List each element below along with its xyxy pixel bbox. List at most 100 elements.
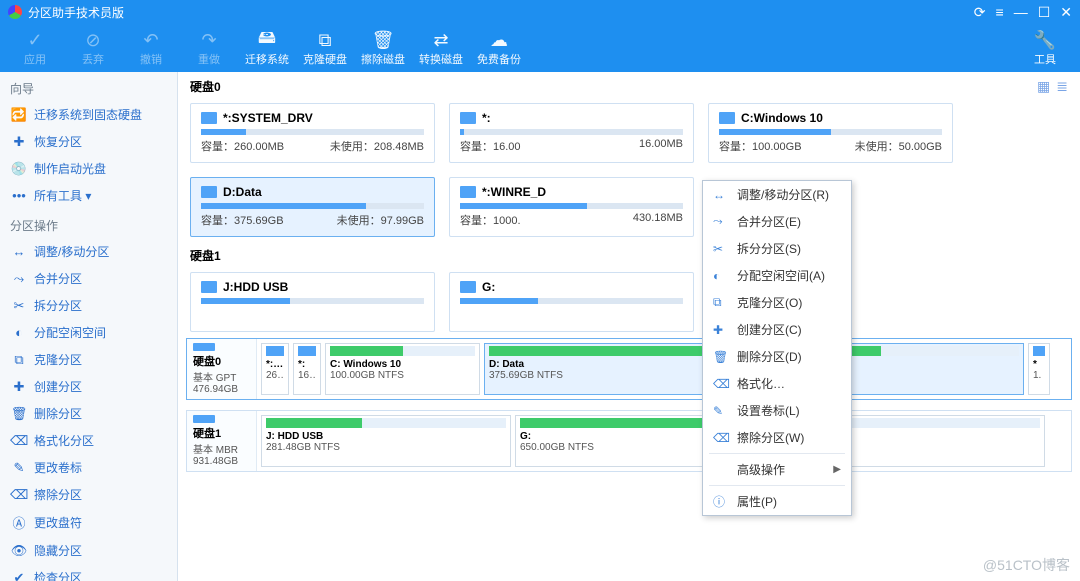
menu-item[interactable]: ✂拆分分区(S) (703, 235, 851, 262)
sidebar-item-label: 创建分区 (34, 378, 82, 395)
usage-bar (460, 298, 683, 304)
clone-button[interactable]: ⧉克隆硬盘 (296, 29, 354, 67)
sidebar-item[interactable]: ✂拆分分区 (0, 292, 177, 319)
close-icon[interactable]: ✕ (1060, 4, 1072, 21)
sidebar-item[interactable]: 🔁迁移系统到固态硬盘 (0, 101, 177, 128)
menu-item[interactable]: ✎设置卷标(L) (703, 397, 851, 424)
partition-card[interactable]: G: (449, 272, 694, 332)
menu-item-label: 克隆分区(O) (737, 294, 802, 311)
partition-card[interactable]: *:容量：16.0016.00MB (449, 103, 694, 163)
toolbar-label: 应用 (24, 51, 46, 67)
menu-item-label: 创建分区(C) (737, 321, 802, 338)
maximize-icon[interactable]: ☐ (1038, 4, 1051, 21)
partition-slice[interactable]: C: Windows 10100.00GB NTFS (325, 343, 480, 395)
sidebar-item[interactable]: ⌫格式化分区 (0, 427, 177, 454)
minimize-icon[interactable]: — (1014, 4, 1028, 20)
sidebar-item[interactable]: ◐分配空闲空间 (0, 319, 177, 346)
usage-bar (201, 298, 424, 304)
context-menu[interactable]: ↔调整/移动分区(R)⤳合并分区(E)✂拆分分区(S)◐分配空闲空间(A)⧉克隆… (702, 180, 852, 516)
migrate-button[interactable]: 🖴迁移系统 (238, 29, 296, 67)
backup-button[interactable]: ☁免费备份 (470, 29, 528, 67)
drive-icon (460, 186, 476, 198)
redo-button: ↷重做 (180, 29, 238, 67)
sidebar-item-label: 分配空闲空间 (34, 324, 106, 341)
partition-card[interactable]: C:Windows 10容量：100.00GB未使用：50.00GB (708, 103, 953, 163)
sidebar-item-icon: 🗑 (10, 406, 28, 422)
partition-card[interactable]: *:WINRE_D容量：1000.430.18MB (449, 177, 694, 237)
toolbar: ✓应用⊘丢弃↶撤销↷重做🖴迁移系统⧉克隆硬盘🗑擦除磁盘⇄转换磁盘☁免费备份 🔧 … (0, 24, 1080, 72)
slice-value: 26… (266, 370, 284, 381)
drive-icon (460, 112, 476, 124)
wrench-icon: 🔧 (1034, 29, 1056, 51)
partition-card[interactable]: *:SYSTEM_DRV容量：260.00MB未使用：208.48MB (190, 103, 435, 163)
sidebar-item[interactable]: 🗑删除分区 (0, 400, 177, 427)
menu-item-label: 合并分区(E) (737, 213, 801, 230)
sidebar-item[interactable]: ⤳合并分区 (0, 265, 177, 292)
partition-slice[interactable]: *:…26… (261, 343, 289, 395)
sidebar-item[interactable]: ✔检查分区 (0, 564, 177, 581)
partition-card[interactable]: J:HDD USB (190, 272, 435, 332)
menu-item[interactable]: ⌫格式化… (703, 370, 851, 397)
menu-item[interactable]: 高级操作▶ (703, 456, 851, 483)
toolbar-label: 迁移系统 (245, 51, 289, 67)
menu-item[interactable]: ⤳合并分区(E) (703, 208, 851, 235)
partition-slice[interactable]: J: HDD USB281.48GB NTFS (261, 415, 511, 467)
menu-item[interactable]: ◐分配空闲空间(A) (703, 262, 851, 289)
content-area: 硬盘0 ▦≣ *:SYSTEM_DRV容量：260.00MB未使用：208.48… (178, 72, 1080, 581)
sidebar-item[interactable]: Ⓐ更改盘符 (0, 508, 177, 537)
slice-value: 16… (298, 370, 316, 381)
menu-item[interactable]: ⌫擦除分区(W) (703, 424, 851, 451)
sidebar-item[interactable]: ↔调整/移动分区 (0, 238, 177, 265)
sidebar-item-label: 拆分分区 (34, 297, 82, 314)
tools-button[interactable]: 🔧 工具 (1016, 29, 1074, 67)
sidebar-item[interactable]: 💿制作启动光盘 (0, 155, 177, 182)
view-toggle[interactable]: ▦≣ (1031, 78, 1068, 95)
convert-button[interactable]: ⇄转换磁盘 (412, 29, 470, 67)
partition-card[interactable]: D:Data容量：375.69GB未使用：97.99GB (190, 177, 435, 237)
usage-bar (460, 203, 683, 209)
disk0-name: 硬盘0 (193, 353, 250, 369)
sidebar-group: 向导 (0, 72, 177, 101)
toolbar-label: 丢弃 (82, 51, 104, 67)
partition-name: *:SYSTEM_DRV (223, 111, 313, 125)
sidebar-item[interactable]: 👁隐藏分区 (0, 537, 177, 564)
sidebar-item-label: 更改盘符 (34, 514, 82, 531)
menu-item-icon: 🗑 (713, 350, 731, 364)
disk1-block[interactable]: 硬盘1 基本 MBR 931.48GB J: HDD USB281.48GB N… (186, 410, 1072, 472)
sidebar-item[interactable]: ✎更改卷标 (0, 454, 177, 481)
menu-icon[interactable]: ≡ (996, 4, 1004, 20)
slice-bar (266, 346, 284, 356)
sidebar-item[interactable]: ⌫擦除分区 (0, 481, 177, 508)
disk0-info: 硬盘0 基本 GPT 476.94GB (187, 339, 257, 399)
disk0-block[interactable]: 硬盘0 基本 GPT 476.94GB *:…26…*:16…C: Window… (186, 338, 1072, 400)
slice-name: *: (298, 359, 316, 370)
app-title: 分区助手技术员版 (28, 4, 124, 21)
sidebar-item[interactable]: ✚恢复分区 (0, 128, 177, 155)
partition-name: D:Data (223, 185, 262, 199)
menu-item[interactable]: ✚创建分区(C) (703, 316, 851, 343)
menu-item[interactable]: ↔调整/移动分区(R) (703, 181, 851, 208)
sidebar-item-label: 检查分区 (34, 569, 82, 581)
menu-item-icon: ✎ (713, 404, 731, 418)
wipe-button[interactable]: 🗑擦除磁盘 (354, 29, 412, 67)
sidebar-item[interactable]: ⧉克隆分区 (0, 346, 177, 373)
refresh-icon[interactable]: ⟳ (974, 4, 986, 21)
partition-slice[interactable]: *1. (1028, 343, 1050, 395)
menu-item[interactable]: ⓘ属性(P) (703, 488, 851, 515)
menu-item-label: 擦除分区(W) (737, 429, 804, 446)
menu-item[interactable]: ⧉克隆分区(O) (703, 289, 851, 316)
sidebar-group: 分区操作 (0, 209, 177, 238)
app-logo-icon (8, 5, 22, 19)
free-label: 未使用：208.48MB (330, 138, 424, 154)
grid-view-icon[interactable]: ▦ (1037, 78, 1050, 94)
partition-slice[interactable]: *:16… (293, 343, 321, 395)
sidebar-item-icon: ••• (10, 188, 28, 203)
list-view-icon[interactable]: ≣ (1056, 78, 1068, 94)
menu-item-label: 格式化… (737, 375, 785, 392)
apply-icon: ✓ (24, 29, 46, 51)
sidebar-item[interactable]: ✚创建分区 (0, 373, 177, 400)
drive-icon (719, 112, 735, 124)
sidebar-item[interactable]: •••所有工具 ▾ (0, 182, 177, 209)
toolbar-label: 擦除磁盘 (361, 51, 405, 67)
menu-item[interactable]: 🗑删除分区(D) (703, 343, 851, 370)
